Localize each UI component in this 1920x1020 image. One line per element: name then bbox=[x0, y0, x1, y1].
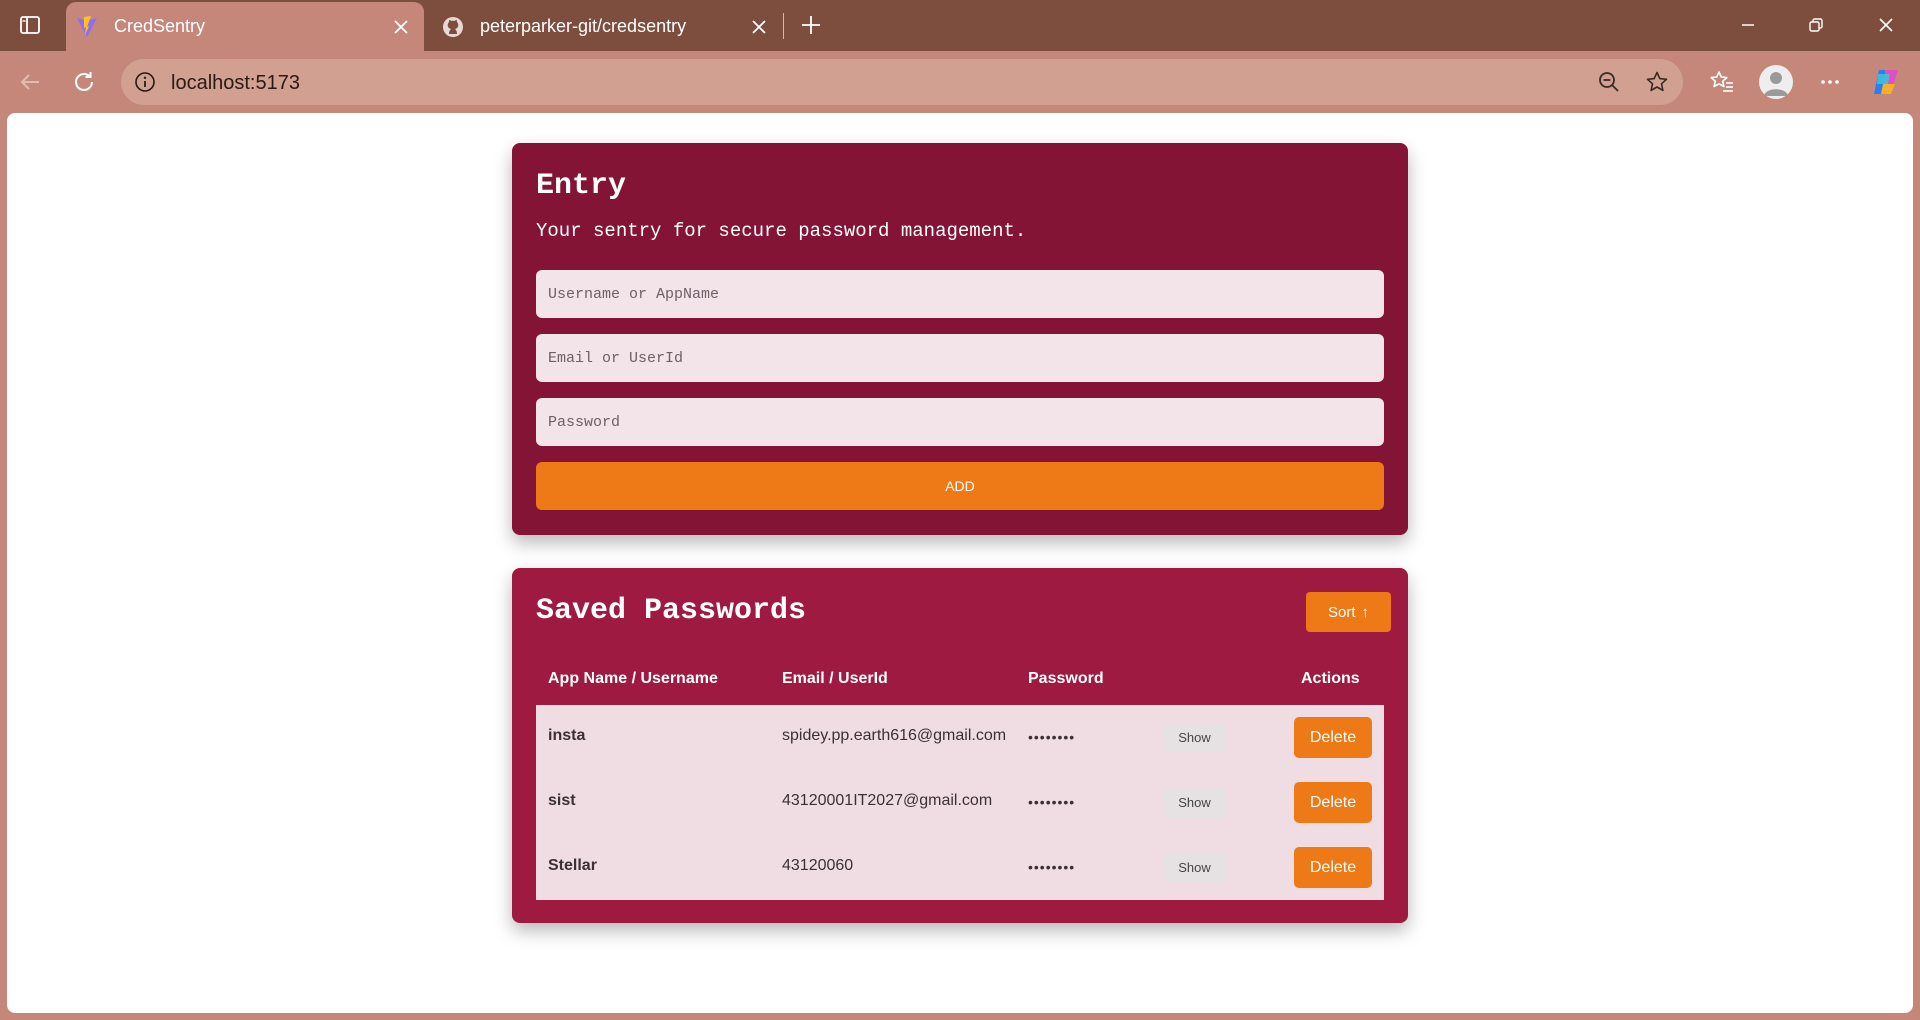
email-cell: 43120060 bbox=[782, 857, 854, 874]
saved-passwords-table-body: insta spidey.pp.earth616@gmail.com •••••… bbox=[536, 705, 1384, 900]
zoom-out-icon[interactable] bbox=[1595, 68, 1623, 96]
tab-divider bbox=[783, 13, 784, 39]
add-button[interactable]: ADD bbox=[536, 462, 1384, 510]
close-tab-icon[interactable] bbox=[746, 14, 772, 40]
email-cell: 43120001IT2027@gmail.com bbox=[782, 792, 993, 809]
delete-button[interactable]: Delete bbox=[1294, 717, 1372, 758]
back-arrow-icon[interactable] bbox=[12, 64, 48, 100]
new-tab-icon[interactable] bbox=[796, 10, 826, 40]
tab-title: CredSentry bbox=[114, 16, 206, 36]
delete-button[interactable]: Delete bbox=[1294, 847, 1372, 888]
show-password-button[interactable]: Show bbox=[1164, 788, 1225, 817]
table-row: Stellar 43120060 •••••••• Show Delete bbox=[536, 835, 1384, 900]
profile-avatar-icon[interactable] bbox=[1758, 64, 1794, 100]
tab-github[interactable]: peterparker-git/credsentry bbox=[432, 2, 782, 51]
header-password: Password bbox=[1028, 670, 1104, 687]
table-row: sist 43120001IT2027@gmail.com •••••••• S… bbox=[536, 770, 1384, 835]
password-mask-cell: •••••••• bbox=[1028, 794, 1076, 810]
entry-tagline: Your sentry for secure password manageme… bbox=[536, 220, 1027, 242]
sidebar-toggle-icon[interactable] bbox=[14, 12, 46, 38]
vite-logo-icon bbox=[74, 14, 100, 40]
header-email: Email / UserId bbox=[782, 670, 888, 687]
tab-title: peterparker-git/credsentry bbox=[480, 16, 687, 36]
entry-title: Entry bbox=[536, 169, 627, 203]
favorites-list-icon[interactable] bbox=[1704, 64, 1740, 100]
refresh-icon[interactable] bbox=[66, 64, 102, 100]
header-app-name: App Name / Username bbox=[548, 670, 718, 687]
header-actions: Actions bbox=[1301, 670, 1360, 687]
browser-tab-bar: CredSentry peterparker-git/credsentry bbox=[0, 0, 1920, 51]
delete-button[interactable]: Delete bbox=[1294, 782, 1372, 823]
close-tab-icon[interactable] bbox=[388, 14, 414, 40]
browser-toolbar: localhost:5173 bbox=[0, 51, 1920, 113]
sort-button-label: Sort bbox=[1327, 603, 1356, 621]
saved-passwords-card: Saved Passwords Sort ↑ App Name / Userna… bbox=[512, 568, 1408, 923]
minimize-icon[interactable] bbox=[1725, 8, 1771, 42]
favorite-star-icon[interactable] bbox=[1643, 68, 1671, 96]
github-icon bbox=[440, 14, 466, 40]
restore-icon[interactable] bbox=[1793, 8, 1839, 42]
app-name-cell: insta bbox=[548, 727, 586, 744]
password-mask-cell: •••••••• bbox=[1028, 729, 1076, 745]
email-input[interactable] bbox=[536, 334, 1384, 382]
close-window-icon[interactable] bbox=[1863, 8, 1909, 42]
site-info-icon[interactable] bbox=[133, 70, 157, 94]
email-cell: spidey.pp.earth616@gmail.com bbox=[782, 727, 1007, 744]
address-bar[interactable]: localhost:5173 bbox=[121, 59, 1683, 105]
show-password-button[interactable]: Show bbox=[1164, 723, 1225, 752]
tab-credsentry[interactable]: CredSentry bbox=[66, 2, 424, 51]
more-options-icon[interactable] bbox=[1812, 64, 1848, 100]
password-mask-cell: •••••••• bbox=[1028, 859, 1076, 875]
sort-button[interactable]: Sort ↑ bbox=[1306, 592, 1391, 632]
saved-passwords-title: Saved Passwords bbox=[536, 594, 807, 628]
app-name-cell: Stellar bbox=[548, 857, 597, 874]
entry-card: Entry Your sentry for secure password ma… bbox=[512, 143, 1408, 535]
password-input[interactable] bbox=[536, 398, 1384, 446]
page-viewport: Entry Your sentry for secure password ma… bbox=[7, 113, 1913, 1013]
sort-arrow-up-icon: ↑ bbox=[1361, 603, 1370, 621]
copilot-icon[interactable] bbox=[1868, 64, 1904, 100]
show-password-button[interactable]: Show bbox=[1164, 853, 1225, 882]
address-url: localhost:5173 bbox=[171, 72, 300, 94]
table-row: insta spidey.pp.earth616@gmail.com •••••… bbox=[536, 705, 1384, 770]
app-name-cell: sist bbox=[548, 792, 576, 809]
username-input[interactable] bbox=[536, 270, 1384, 318]
